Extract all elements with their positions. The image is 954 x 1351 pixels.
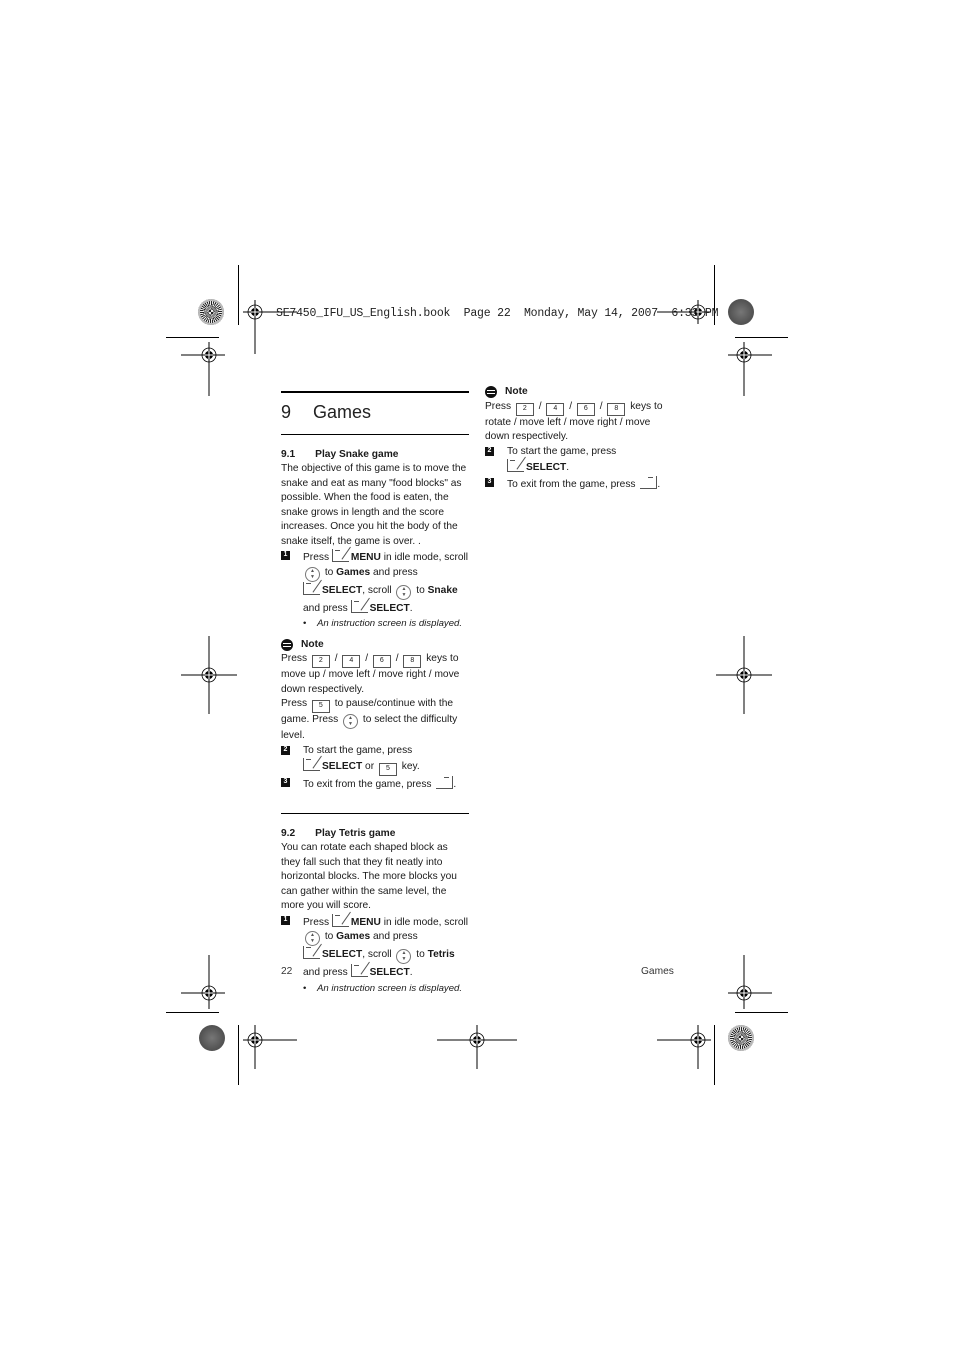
gray-registration-patch [199,1025,225,1051]
chapter-title: Games [313,402,372,422]
left-softkey-icon [331,913,349,927]
registration-crosshair [437,1025,517,1069]
crop-mark [238,265,239,325]
chapter-heading: 9 Games [281,402,469,422]
navigation-key-icon: ▲ ▼ [343,714,359,729]
right-softkey-icon [436,776,454,789]
step-number: 2 [281,745,290,755]
step-number: 3 [281,778,290,787]
section-intro: You can rotate each shaped block as they… [281,842,457,911]
note-icon [281,638,293,651]
step-text: To start the game, press SELECT or 5 key… [303,744,469,776]
navigation-key-icon: ▲ ▼ [396,584,412,600]
navigation-key-icon: ▲ ▼ [305,931,320,946]
crop-mark [166,337,219,338]
gray-registration-patch [728,299,754,325]
page-number: 22 [281,966,293,977]
crop-mark [238,1025,239,1085]
registration-crosshair [716,636,772,714]
step-number: 1 [281,915,290,925]
key-5-icon: 5 [378,763,397,776]
step-3: 3 To exit from the game, press . [485,475,675,493]
chapter-rule-top [281,391,469,393]
color-registration-rosette [728,1025,754,1051]
section-title: Play Snake game [315,448,399,460]
section-intro: The objective of this game is to move th… [281,463,467,547]
step-text: To exit from the game, press . [303,776,469,793]
registration-crosshair [181,955,225,1009]
note-text-pause: Press 5 to pause/continue with the game.… [281,698,458,741]
left-softkey-icon [303,758,320,771]
right-softkey-icon [640,475,658,489]
color-registration-rosette [198,299,224,325]
key-5-icon: 5 [311,700,330,713]
section-number: 9.1 [281,448,296,460]
note-text-keys: Press 2 / 4 / 6 / 8 keys to move up / mo… [281,653,460,695]
registration-crosshair [181,342,225,396]
key-2-icon: 2 [311,655,330,668]
step-3: 3 To exit from the game, press . [281,776,469,793]
crop-mark [735,337,788,338]
key-6-icon: 6 [372,655,391,668]
step-1: 1 Press MENU in idle mode, scroll ▲ ▼ to … [281,549,469,616]
note-icon [485,386,497,399]
step-number: 3 [485,477,494,487]
key-6-icon: 6 [576,402,595,416]
bullet-result: • An instruction screen is displayed. [303,618,463,629]
step-2: 2 To start the game, press SELECT. [485,445,675,476]
navigation-key-icon: ▲ ▼ [305,566,320,582]
navigation-key-icon: ▲ ▼ [396,949,412,964]
step-text: Press MENU in idle mode, scroll ▲ ▼ to Ga… [303,549,469,616]
registration-crosshair [243,1025,297,1069]
registration-crosshair [657,1025,711,1069]
chapter-number: 9 [281,402,292,422]
left-softkey-icon [303,581,320,595]
crop-mark [166,1012,219,1013]
left-column: 9 Games 9.1 Play Snake game The objectiv… [281,391,469,996]
left-softkey-icon [303,946,320,959]
key-2-icon: 2 [515,402,534,416]
left-softkey-icon [331,549,349,562]
section-heading-snake: 9.1 Play Snake game [281,448,469,463]
step-number: 1 [281,551,290,560]
registration-crosshair [181,636,237,714]
key-4-icon: 4 [342,655,361,668]
print-job-stamp: SE7450_IFU_US_English.book Page 22 Monda… [276,307,719,320]
step-text: To exit from the game, press . [507,475,675,493]
right-column: Note Press 2 / 4 / 6 / 8 keys to rotate … [485,380,675,492]
chapter-rule-bottom [281,433,469,435]
note-heading: Note [281,638,469,653]
step-text: To start the game, press SELECT. [507,445,617,473]
step-1: 1 Press MENU in idle mode, scroll ▲ ▼ to … [281,913,469,981]
registration-crosshair [728,342,772,396]
section-heading-tetris: 9.2 Play Tetris game [281,827,469,842]
left-softkey-icon [350,599,368,613]
section-rule [281,812,469,814]
section-title: Play Tetris game [315,827,396,839]
key-8-icon: 8 [607,402,626,416]
step-2: 2 To start the game, press SELECT or 5 k… [281,744,469,776]
note-text-keys: Press 2 / 4 / 6 / 8 keys to rotate / mov… [485,400,663,443]
crop-mark [714,1025,715,1085]
key-8-icon: 8 [403,655,422,668]
footer-section-name: Games [641,966,674,977]
left-softkey-icon [507,459,524,472]
note-heading: Note [485,385,675,400]
key-4-icon: 4 [546,402,565,416]
bullet-result: • An instruction screen is displayed. [303,982,463,994]
crop-mark [735,1012,788,1013]
registration-crosshair [728,955,772,1009]
step-text: Press MENU in idle mode, scroll ▲ ▼ to Ga… [303,913,469,981]
step-number: 2 [485,446,494,456]
left-softkey-icon [350,964,368,977]
section-number: 9.2 [281,827,296,839]
